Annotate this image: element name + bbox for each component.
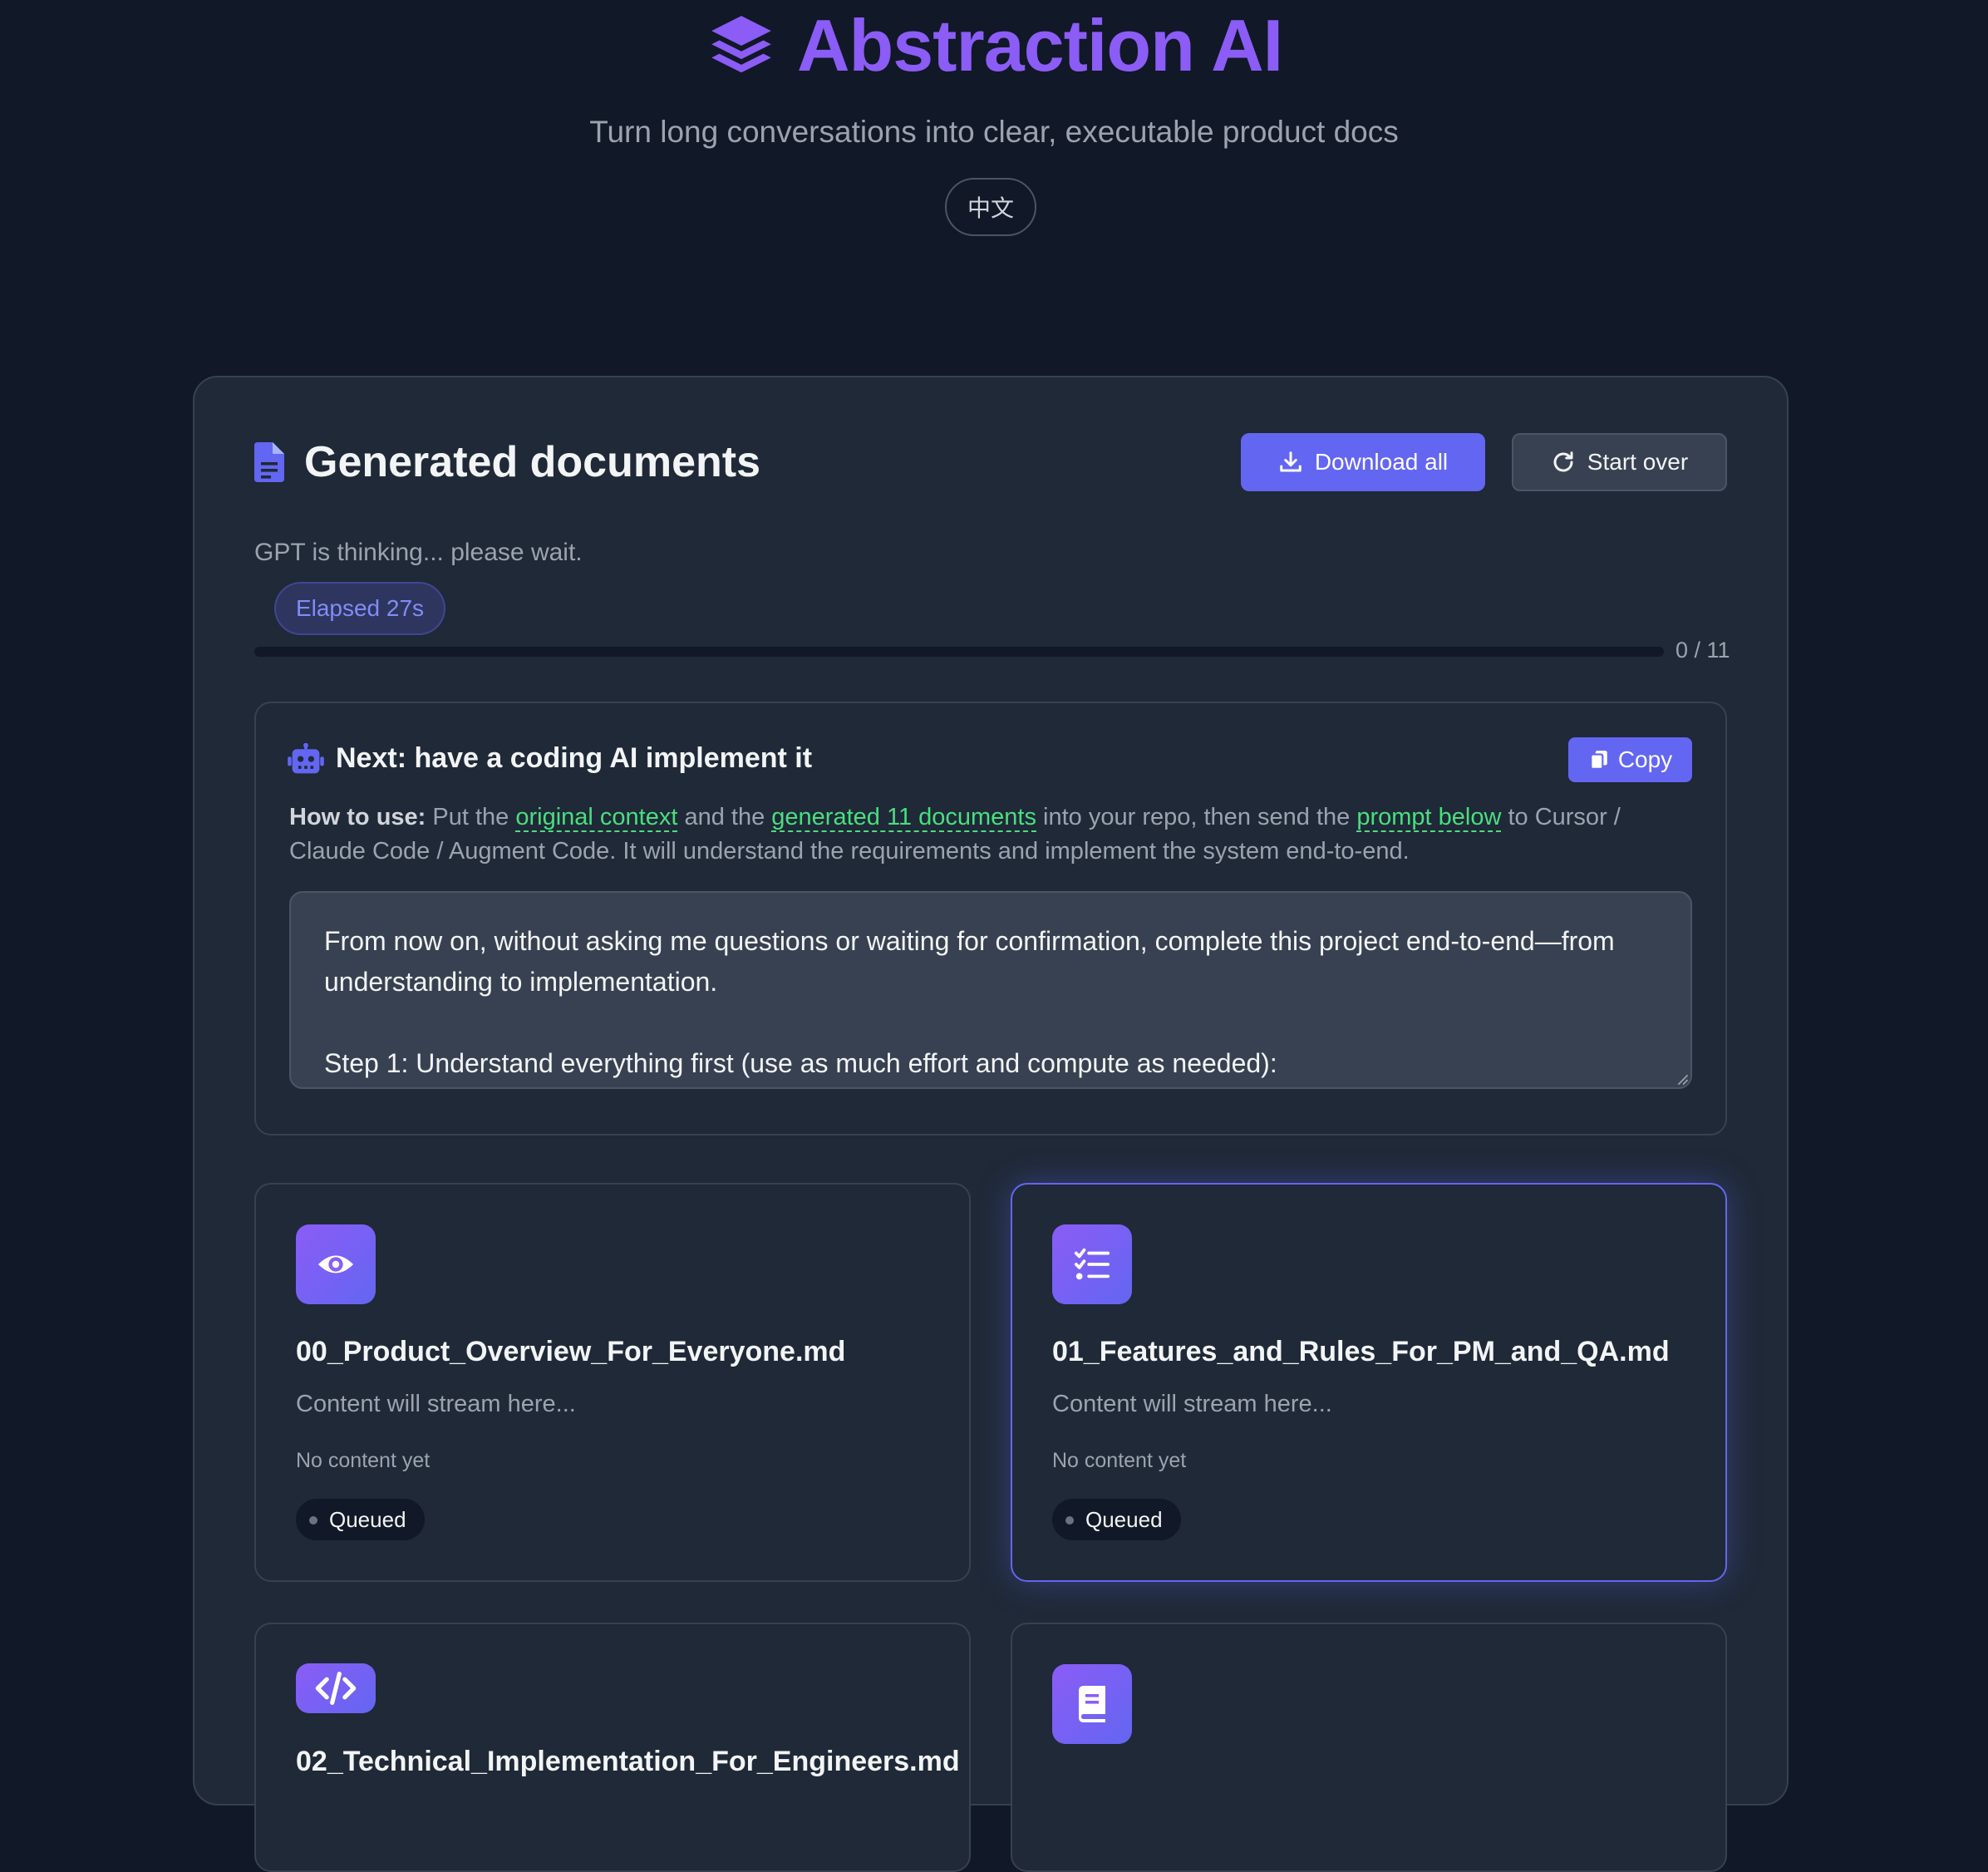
code-icon xyxy=(315,1672,357,1705)
checklist-icon xyxy=(1074,1248,1110,1280)
card-empty-text: No content yet xyxy=(296,1449,431,1472)
tagline: Turn long conversations into clear, exec… xyxy=(589,115,1399,149)
robot-icon xyxy=(288,743,324,774)
download-icon xyxy=(1280,451,1302,472)
card-stream-placeholder: Content will stream here... xyxy=(1052,1391,1332,1417)
elapsed-badge: Elapsed 27s xyxy=(274,582,445,635)
document-card[interactable]: 02_Technical_Implementation_For_Engineer… xyxy=(254,1623,971,1872)
start-over-button[interactable]: Start over xyxy=(1512,433,1727,491)
prompt-below-link[interactable]: prompt below xyxy=(1356,804,1502,832)
status-text: GPT is thinking... please wait. xyxy=(254,539,583,566)
layers-logo-icon xyxy=(711,16,771,73)
brand-header: Abstraction AI xyxy=(0,0,1988,91)
download-all-label: Download all xyxy=(1314,449,1449,475)
progress-bar xyxy=(254,647,1664,657)
document-icon xyxy=(254,442,284,482)
book-icon xyxy=(1079,1686,1105,1722)
start-over-label: Start over xyxy=(1587,449,1689,475)
app-title: Abstraction AI xyxy=(796,4,1283,86)
howto-text-1: Put the xyxy=(426,804,516,830)
card-stream-placeholder: Content will stream here... xyxy=(296,1391,576,1417)
download-all-button[interactable]: Download all xyxy=(1241,433,1485,491)
how-to-use-text: How to use: Put the original context and… xyxy=(289,801,1702,869)
card-icon xyxy=(1052,1664,1132,1744)
card-filename: 01_Features_and_Rules_For_PM_and_QA.md xyxy=(1052,1336,1670,1367)
generated-documents-link[interactable]: generated 11 documents xyxy=(771,804,1036,832)
copy-icon xyxy=(1589,751,1607,770)
refresh-icon xyxy=(1553,451,1573,472)
card-icon xyxy=(296,1224,376,1304)
card-filename: 02_Technical_Implementation_For_Engineer… xyxy=(296,1746,960,1777)
document-card[interactable] xyxy=(1011,1623,1727,1872)
original-context-link[interactable]: original context xyxy=(515,804,678,832)
card-icon xyxy=(296,1663,376,1713)
card-empty-text: No content yet xyxy=(1052,1449,1187,1472)
eye-icon xyxy=(317,1255,354,1273)
howto-text-2: and the xyxy=(677,804,772,830)
card-filename: 00_Product_Overview_For_Everyone.md xyxy=(296,1336,846,1367)
card-icon xyxy=(1052,1224,1132,1304)
status-badge: Queued xyxy=(1052,1499,1181,1540)
copy-label: Copy xyxy=(1617,746,1673,772)
document-card[interactable]: 01_Features_and_Rules_For_PM_and_QA.md C… xyxy=(1011,1183,1727,1582)
language-toggle-button[interactable]: 中文 xyxy=(945,178,1036,236)
prompt-textarea[interactable]: From now on, without asking me questions… xyxy=(289,891,1692,1089)
resize-handle-icon[interactable] xyxy=(1677,1074,1689,1086)
next-step-title: Next: have a coding AI implement it xyxy=(336,742,813,774)
progress-count: 0 / 11 xyxy=(1676,638,1730,663)
document-card[interactable]: 00_Product_Overview_For_Everyone.md Cont… xyxy=(254,1183,971,1582)
how-to-use-label: How to use: xyxy=(289,804,426,830)
copy-button[interactable]: Copy xyxy=(1568,737,1692,782)
status-badge: Queued xyxy=(296,1499,425,1540)
panel-title: Generated documents xyxy=(304,438,761,486)
howto-text-3: into your repo, then send the xyxy=(1036,804,1357,830)
